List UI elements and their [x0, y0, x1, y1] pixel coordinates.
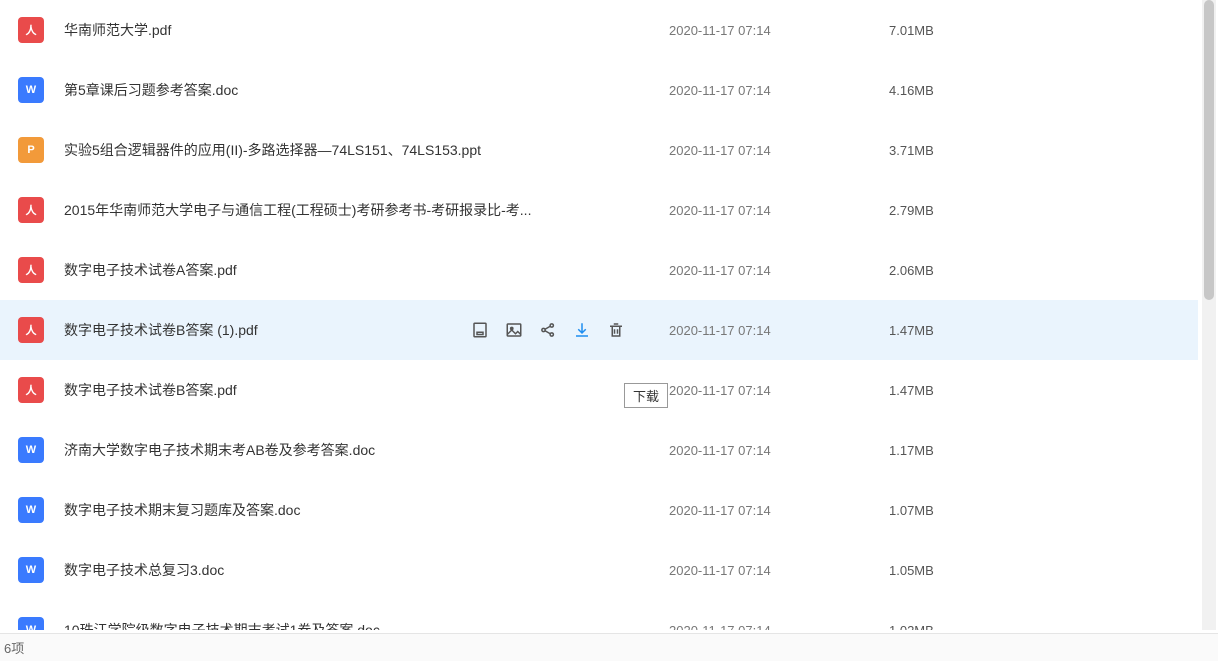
file-size: 2.79MB — [889, 203, 1009, 218]
doc-file-icon: W — [18, 77, 44, 103]
scrollbar-track[interactable] — [1202, 0, 1216, 630]
file-size: 1.47MB — [889, 323, 1009, 338]
file-size: 7.01MB — [889, 23, 1009, 38]
file-list[interactable]: 人华南师范大学.pdf2020-11-17 07:147.01MBW第5章课后习… — [0, 0, 1198, 630]
doc-file-icon: W — [18, 617, 44, 630]
file-row[interactable]: W 10珠江学院级数字电子技术期末考试1卷及答案.doc2020-11-17 07… — [0, 600, 1198, 630]
file-size: 1.07MB — [889, 503, 1009, 518]
row-actions — [470, 300, 626, 360]
pdf-file-icon: 人 — [18, 257, 44, 283]
file-row[interactable]: 人 2015年华南师范大学电子与通信工程(工程硕士)考研参考书-考研报录比-考..… — [0, 180, 1198, 240]
file-size: 1.17MB — [889, 443, 1009, 458]
file-date: 2020-11-17 07:14 — [669, 203, 889, 218]
file-size: 2.06MB — [889, 263, 1009, 278]
scrollbar-thumb[interactable] — [1204, 0, 1214, 300]
pdf-file-icon: 人 — [18, 317, 44, 343]
file-size: 1.47MB — [889, 383, 1009, 398]
ppt-file-icon: P — [18, 137, 44, 163]
file-name[interactable]: 数字电子技术试卷A答案.pdf — [64, 260, 669, 280]
file-name[interactable]: 实验5组合逻辑器件的应用(II)-多路选择器—74LS151、74LS153.p… — [64, 140, 669, 160]
file-name[interactable]: 10珠江学院级数字电子技术期末考试1卷及答案.doc — [64, 620, 669, 630]
file-date: 2020-11-17 07:14 — [669, 503, 889, 518]
delete-action-icon[interactable] — [606, 320, 626, 340]
file-row[interactable]: P 实验5组合逻辑器件的应用(II)-多路选择器—74LS151、74LS153.… — [0, 120, 1198, 180]
pdf-file-icon: 人 — [18, 377, 44, 403]
file-size: 3.71MB — [889, 143, 1009, 158]
file-date: 2020-11-17 07:14 — [669, 443, 889, 458]
detail-action-icon[interactable] — [470, 320, 490, 340]
download-action-icon[interactable] — [572, 320, 592, 340]
doc-file-icon: W — [18, 437, 44, 463]
file-row[interactable]: 人数字电子技术试卷B答案 (1).pdf2020-11-17 07:141.47… — [0, 300, 1198, 360]
file-size: 4.16MB — [889, 83, 1009, 98]
file-date: 2020-11-17 07:14 — [669, 263, 889, 278]
pdf-file-icon: 人 — [18, 17, 44, 43]
file-date: 2020-11-17 07:14 — [669, 623, 889, 631]
file-date: 2020-11-17 07:14 — [669, 563, 889, 578]
image-action-icon[interactable] — [504, 320, 524, 340]
doc-file-icon: W — [18, 497, 44, 523]
file-date: 2020-11-17 07:14 — [669, 23, 889, 38]
status-bar: 6项 — [0, 633, 1218, 661]
file-size: 1.02MB — [889, 623, 1009, 631]
file-name[interactable]: 数字电子技术期末复习题库及答案.doc — [64, 500, 669, 520]
file-row[interactable]: W 数字电子技术总复习3.doc2020-11-17 07:141.05MB — [0, 540, 1198, 600]
file-date: 2020-11-17 07:14 — [669, 143, 889, 158]
file-row[interactable]: 人华南师范大学.pdf2020-11-17 07:147.01MB — [0, 0, 1198, 60]
status-text: 6项 — [4, 638, 24, 657]
file-row[interactable]: W 第5章课后习题参考答案.doc2020-11-17 07:144.16MB — [0, 60, 1198, 120]
file-name[interactable]: 数字电子技术总复习3.doc — [64, 560, 669, 580]
doc-file-icon: W — [18, 557, 44, 583]
file-row[interactable]: 人数字电子技术试卷A答案.pdf2020-11-17 07:142.06MB — [0, 240, 1198, 300]
download-tooltip: 下载 — [624, 383, 668, 408]
file-row[interactable]: 人数字电子技术试卷B答案.pdf2020-11-17 07:141.47MB — [0, 360, 1198, 420]
file-name[interactable]: 2015年华南师范大学电子与通信工程(工程硕士)考研参考书-考研报录比-考... — [64, 200, 669, 220]
file-name[interactable]: 华南师范大学.pdf — [64, 20, 669, 40]
file-row[interactable]: W 数字电子技术期末复习题库及答案.doc2020-11-17 07:141.07… — [0, 480, 1198, 540]
file-date: 2020-11-17 07:14 — [669, 323, 889, 338]
file-name[interactable]: 第5章课后习题参考答案.doc — [64, 80, 669, 100]
file-name[interactable]: 济南大学数字电子技术期末考AB卷及参考答案.doc — [64, 440, 669, 460]
file-row[interactable]: W 济南大学数字电子技术期末考AB卷及参考答案.doc2020-11-17 07:… — [0, 420, 1198, 480]
file-size: 1.05MB — [889, 563, 1009, 578]
file-date: 2020-11-17 07:14 — [669, 83, 889, 98]
pdf-file-icon: 人 — [18, 197, 44, 223]
share-action-icon[interactable] — [538, 320, 558, 340]
file-name[interactable]: 数字电子技术试卷B答案.pdf — [64, 380, 669, 400]
file-date: 2020-11-17 07:14 — [669, 383, 889, 398]
